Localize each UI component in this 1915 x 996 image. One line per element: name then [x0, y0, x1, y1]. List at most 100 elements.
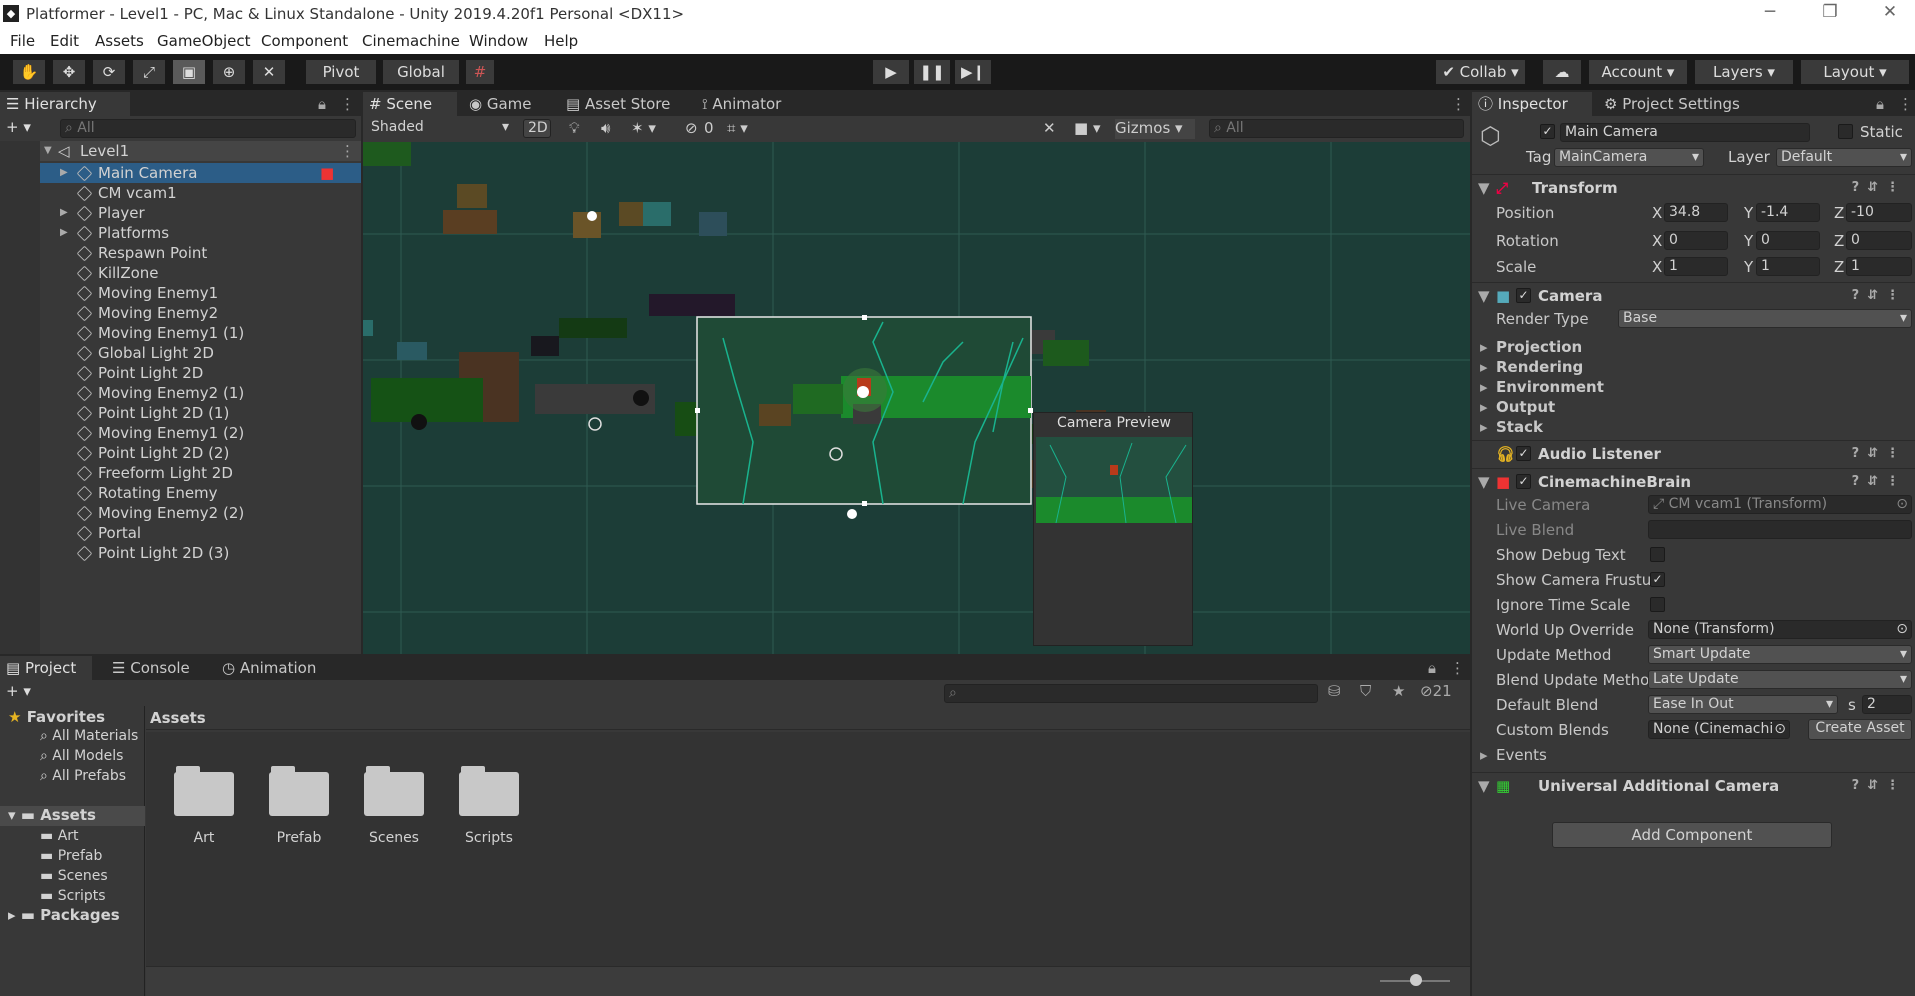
hierarchy-item[interactable]: Point Light 2D (3): [0, 543, 361, 563]
component-actions-icon[interactable]: ?⇵⋮: [1852, 441, 1907, 467]
close-icon[interactable]: ✕: [1875, 2, 1905, 22]
layers-dropdown[interactable]: Layers ▾: [1694, 59, 1794, 85]
hierarchy-item[interactable]: Portal: [0, 523, 361, 543]
hierarchy-item[interactable]: Moving Enemy2: [0, 303, 361, 323]
move-tool-icon[interactable]: ✥: [52, 59, 86, 85]
transform-tool-icon[interactable]: ⊕: [212, 59, 246, 85]
collab-dropdown[interactable]: ✔ Collab ▾: [1435, 59, 1526, 85]
custom-tool-icon[interactable]: ✕: [252, 59, 286, 85]
menu-component[interactable]: Component: [261, 32, 348, 50]
kebab-menu-icon[interactable]: ⋮: [340, 95, 355, 113]
rotation-x-input[interactable]: 0: [1664, 231, 1728, 250]
effects-icon[interactable]: ✶ ▾: [631, 119, 656, 137]
menu-gameobject[interactable]: GameObject: [157, 32, 251, 50]
folder-prefab-icon[interactable]: [269, 766, 329, 816]
camera-icon[interactable]: ■ ▾: [1074, 119, 1100, 137]
hierarchy-item[interactable]: KillZone: [0, 263, 361, 283]
ignore-time-checkbox[interactable]: [1650, 597, 1665, 612]
expand-arrow-icon[interactable]: ▶: [60, 163, 68, 183]
folder-scripts-icon[interactable]: [459, 766, 519, 816]
tab-animation[interactable]: ◷ Animation: [216, 656, 326, 680]
hierarchy-item[interactable]: Point Light 2D (2): [0, 443, 361, 463]
restore-icon[interactable]: ❐: [1815, 2, 1845, 22]
menu-help[interactable]: Help: [544, 32, 578, 50]
tree-folder-scripts[interactable]: ▬ Scripts: [40, 888, 106, 904]
hierarchy-item[interactable]: Point Light 2D: [0, 363, 361, 383]
component-actions-icon[interactable]: ?⇵⋮: [1852, 175, 1907, 201]
hierarchy-item[interactable]: Moving Enemy2 (2): [0, 503, 361, 523]
hierarchy-item[interactable]: Global Light 2D: [0, 343, 361, 363]
packages-row[interactable]: ▸ ▬ Packages: [8, 906, 120, 924]
hierarchy-item[interactable]: CM vcam1: [0, 183, 361, 203]
audio-listener-header[interactable]: 🎧︎ ✓ Audio Listener ?⇵⋮: [1472, 440, 1915, 466]
inspector-kebab-icon[interactable]: ⋮: [1898, 95, 1913, 113]
urp-camera-data-header[interactable]: ▼ ▦ Universal Additional Camera Data (Sc…: [1472, 772, 1915, 798]
tab-asset-store[interactable]: ▤ Asset Store: [560, 92, 690, 116]
hierarchy-item[interactable]: ▶ Player: [0, 203, 361, 223]
component-actions-icon[interactable]: ?⇵⋮: [1852, 283, 1907, 309]
favorite-all-models[interactable]: ⌕ All Models: [40, 748, 123, 764]
minimize-icon[interactable]: ─: [1755, 2, 1785, 22]
hierarchy-item[interactable]: Rotating Enemy: [0, 483, 361, 503]
menu-edit[interactable]: Edit: [50, 32, 79, 50]
project-kebab-icon[interactable]: ⋮: [1450, 659, 1465, 677]
rotation-z-input[interactable]: 0: [1846, 231, 1912, 250]
project-lock-icon[interactable]: 🔒︎: [1428, 659, 1436, 677]
layout-dropdown[interactable]: Layout ▾: [1800, 59, 1910, 85]
add-component-button[interactable]: Add Component: [1552, 822, 1832, 848]
hidden-packages-icon[interactable]: ⊘21: [1420, 682, 1452, 700]
tools-icon[interactable]: ✕: [1043, 119, 1056, 137]
tab-scene[interactable]: # Scene: [363, 92, 457, 116]
tree-folder-scenes[interactable]: ▬ Scenes: [40, 868, 108, 884]
project-search-input[interactable]: ⌕: [944, 684, 1318, 703]
grid-icon[interactable]: ⌗ ▾: [727, 119, 748, 137]
tree-folder-prefab[interactable]: ▬ Prefab: [40, 848, 102, 864]
rotation-y-input[interactable]: 0: [1756, 231, 1820, 250]
output-foldout[interactable]: ▸ Output: [1472, 396, 1915, 418]
hierarchy-item[interactable]: Point Light 2D (1): [0, 403, 361, 423]
scene-search-input[interactable]: ⌕ All: [1209, 119, 1464, 138]
hierarchy-item[interactable]: ▶ Main Camera ■: [0, 163, 361, 183]
tab-console[interactable]: ☰ Console: [106, 656, 202, 680]
folder-art-icon[interactable]: [174, 766, 234, 816]
expand-icon[interactable]: ▼: [44, 141, 52, 161]
scene-menu-icon[interactable]: ⋮: [340, 141, 355, 161]
blend-time-input[interactable]: 2: [1862, 695, 1912, 714]
menu-file[interactable]: File: [10, 32, 35, 50]
favorites-row[interactable]: ★ Favorites: [8, 708, 105, 726]
hand-tool-icon[interactable]: ✋: [12, 59, 46, 85]
pause-button[interactable]: ❚❚: [913, 59, 951, 85]
add-object-icon[interactable]: + ▾: [6, 118, 31, 136]
camera-header[interactable]: ▼ ■ ✓ Camera ?⇵⋮: [1472, 282, 1915, 308]
component-actions-icon[interactable]: ?⇵⋮: [1852, 773, 1907, 799]
hierarchy-search-input[interactable]: ⌕ All: [60, 119, 356, 138]
tab-animator[interactable]: ⟟ Animator: [696, 92, 826, 116]
zoom-slider-handle[interactable]: [1410, 974, 1422, 986]
play-button[interactable]: ▶: [872, 59, 910, 85]
active-checkbox[interactable]: ✓: [1540, 124, 1555, 139]
stack-foldout[interactable]: ▸ Stack: [1472, 416, 1915, 438]
default-blend-dropdown[interactable]: Ease In Out ▾: [1648, 695, 1838, 714]
inspector-lock-icon[interactable]: 🔒︎: [1876, 95, 1884, 113]
breadcrumb[interactable]: Assets: [150, 709, 206, 727]
hierarchy-item[interactable]: Moving Enemy2 (1): [0, 383, 361, 403]
hierarchy-item[interactable]: ▶ Platforms: [0, 223, 361, 243]
menu-window[interactable]: Window: [469, 32, 528, 50]
pivot-button[interactable]: Pivot: [305, 59, 377, 85]
step-button[interactable]: ▶❙: [954, 59, 992, 85]
tag-dropdown[interactable]: MainCamera ▾: [1554, 148, 1704, 167]
brain-enabled-checkbox[interactable]: ✓: [1516, 474, 1531, 489]
rotate-tool-icon[interactable]: ⟳: [92, 59, 126, 85]
tab-project[interactable]: ▤ Project: [0, 656, 92, 680]
custom-blends-field[interactable]: None (Cinemachi ⊙: [1648, 720, 1790, 739]
tree-folder-art[interactable]: ▬ Art: [40, 828, 79, 844]
scale-y-input[interactable]: 1: [1756, 257, 1820, 276]
position-x-input[interactable]: 34.8: [1664, 203, 1728, 222]
scene-menu-kebab-icon[interactable]: ⋮: [1451, 95, 1466, 113]
hidden-objects-icon[interactable]: ⊘: [685, 119, 698, 137]
show-frustum-checkbox[interactable]: ✓: [1650, 572, 1665, 587]
hierarchy-item[interactable]: Moving Enemy1 (2): [0, 423, 361, 443]
account-dropdown[interactable]: Account ▾: [1588, 59, 1688, 85]
hierarchy-item[interactable]: Freeform Light 2D: [0, 463, 361, 483]
static-checkbox[interactable]: [1838, 124, 1853, 139]
